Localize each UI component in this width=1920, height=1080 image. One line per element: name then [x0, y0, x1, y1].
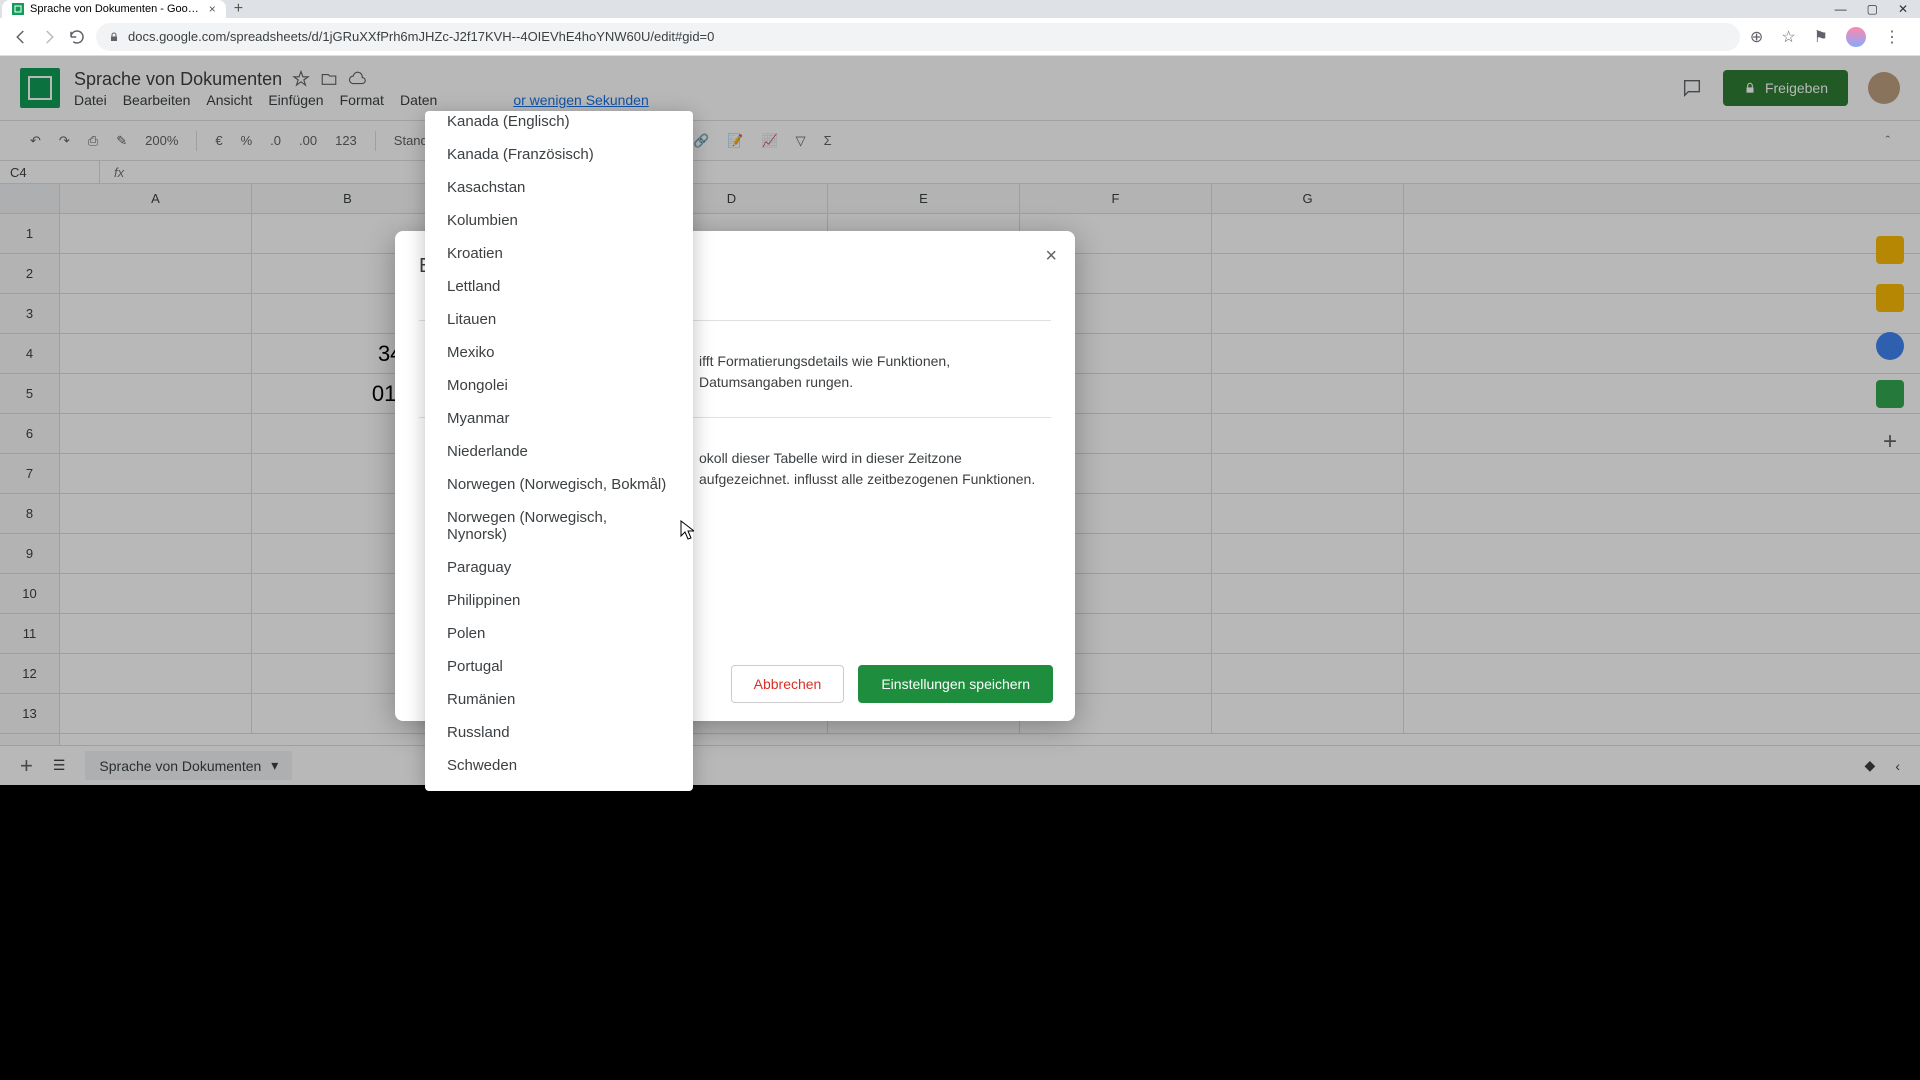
- locale-dropdown-list[interactable]: Kanada (Englisch)Kanada (Französisch)Kas…: [425, 111, 693, 791]
- zoom-url-icon[interactable]: ⊕: [1750, 27, 1763, 47]
- timezone-description: okoll dieser Tabelle wird in dieser Zeit…: [699, 448, 1051, 490]
- locale-option[interactable]: Myanmar: [425, 402, 693, 435]
- dialog-close-button[interactable]: ×: [1045, 245, 1057, 268]
- more-menu-icon[interactable]: ⋮: [1884, 27, 1900, 47]
- locale-option[interactable]: Philippinen: [425, 584, 693, 617]
- lock-icon: [108, 31, 120, 43]
- locale-option[interactable]: Mexiko: [425, 336, 693, 369]
- close-window-icon[interactable]: ✕: [1898, 2, 1908, 16]
- extension-icon[interactable]: ⚑: [1814, 27, 1828, 47]
- back-icon[interactable]: [12, 28, 30, 46]
- locale-dropdown[interactable]: Kanada (Englisch)Kanada (Französisch)Kas…: [425, 111, 693, 791]
- locale-option[interactable]: Portugal: [425, 650, 693, 683]
- reload-icon[interactable]: [68, 28, 86, 46]
- tab-title: Sprache von Dokumenten - Goo…: [30, 3, 199, 15]
- locale-option[interactable]: Kolumbien: [425, 204, 693, 237]
- forward-icon[interactable]: [40, 28, 58, 46]
- minimize-icon[interactable]: —: [1835, 2, 1847, 16]
- locale-option[interactable]: Paraguay: [425, 551, 693, 584]
- locale-option[interactable]: Russland: [425, 716, 693, 749]
- address-bar-row: docs.google.com/spreadsheets/d/1jGRuXXfP…: [0, 18, 1920, 56]
- cancel-button[interactable]: Abbrechen: [731, 665, 845, 703]
- locale-option[interactable]: Kanada (Französisch): [425, 138, 693, 171]
- locale-option[interactable]: Kanada (Englisch): [425, 111, 693, 138]
- bookmark-star-icon[interactable]: ☆: [1781, 27, 1795, 47]
- save-settings-button[interactable]: Einstellungen speichern: [858, 665, 1053, 703]
- locale-option[interactable]: Rumänien: [425, 683, 693, 716]
- locale-option[interactable]: Niederlande: [425, 435, 693, 468]
- locale-option[interactable]: Litauen: [425, 303, 693, 336]
- locale-option[interactable]: Lettland: [425, 270, 693, 303]
- locale-option[interactable]: Schweden: [425, 749, 693, 782]
- profile-avatar-icon[interactable]: [1846, 27, 1866, 47]
- maximize-icon[interactable]: ▢: [1867, 2, 1878, 16]
- sheets-favicon-icon: [12, 3, 24, 15]
- new-tab-button[interactable]: +: [234, 0, 243, 18]
- tab-close-icon[interactable]: ×: [209, 2, 216, 16]
- locale-option[interactable]: Kasachstan: [425, 171, 693, 204]
- url-text: docs.google.com/spreadsheets/d/1jGRuXXfP…: [128, 29, 714, 44]
- locale-description: ifft Formatierungsdetails wie Funktionen…: [699, 351, 1051, 393]
- locale-option[interactable]: Schweiz: [425, 782, 693, 791]
- browser-titlebar: Sprache von Dokumenten - Goo… × + — ▢ ✕: [0, 0, 1920, 18]
- locale-option[interactable]: Kroatien: [425, 237, 693, 270]
- url-bar[interactable]: docs.google.com/spreadsheets/d/1jGRuXXfP…: [96, 23, 1740, 51]
- locale-option[interactable]: Polen: [425, 617, 693, 650]
- locale-option[interactable]: Norwegen (Norwegisch, Bokmål): [425, 468, 693, 501]
- browser-tab[interactable]: Sprache von Dokumenten - Goo… ×: [2, 0, 226, 18]
- locale-option[interactable]: Norwegen (Norwegisch, Nynorsk): [425, 501, 693, 551]
- locale-option[interactable]: Mongolei: [425, 369, 693, 402]
